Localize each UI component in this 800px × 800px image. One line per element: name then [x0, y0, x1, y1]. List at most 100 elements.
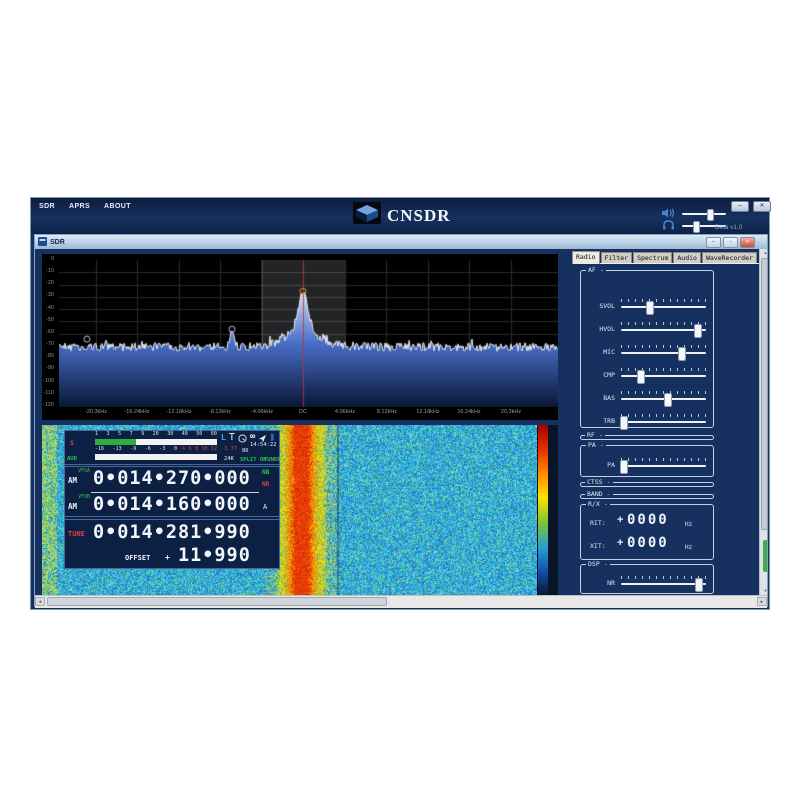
aud-meter-label: AUD [67, 456, 77, 462]
collapse-toggle[interactable]: - [600, 441, 604, 449]
bas-slider-thumb[interactable] [664, 393, 672, 407]
scroll-left-arrow[interactable]: ◄ [35, 597, 45, 606]
flag-t-icon: T [229, 432, 235, 443]
group-dsp: DSP- NR [580, 564, 714, 594]
tab-spectrum[interactable]: Spectrum [633, 252, 672, 263]
rit-row: RIT: + 0000 Hz [581, 511, 713, 533]
menu-aprs[interactable]: APRS [69, 203, 90, 210]
slider-ticks [621, 345, 706, 348]
clock-readout: 14:54:22 [250, 442, 277, 448]
vfoa-frequency[interactable]: 0•014•270•000 [93, 470, 251, 489]
nr-slider[interactable] [621, 583, 706, 585]
slider-label: PA [585, 461, 615, 469]
rit-unit: Hz [685, 521, 692, 528]
menu-sdr[interactable]: SDR [39, 203, 55, 210]
slider-row-pa: PA [581, 454, 713, 474]
collapse-toggle[interactable]: - [607, 490, 611, 498]
slider-row-mic: MIC [581, 341, 713, 361]
sdr-window-title: SDR [50, 239, 65, 246]
slider-row-hvol: HVOL [581, 318, 713, 338]
child-close-button[interactable]: ✕ [740, 237, 755, 248]
rit-sign[interactable]: + [617, 514, 623, 526]
collapse-toggle[interactable]: - [604, 500, 608, 508]
scroll-up-arrow[interactable]: ▲ [760, 249, 767, 257]
group-band-label: BAND- [585, 491, 613, 498]
sdr-content: 0-10 -20-30 -40-50 -60-70 -80-90 -100-11… [35, 249, 767, 595]
vfob-frequency[interactable]: 0•014•160•000 [93, 496, 251, 515]
collapse-toggle[interactable]: - [604, 560, 608, 568]
offset-label: OFFSET [125, 554, 150, 562]
brand-title: CNSDR [387, 206, 451, 226]
vfob-mode: AM [68, 502, 77, 511]
slider-label: TRB [585, 417, 615, 425]
cmp-slider[interactable] [621, 375, 706, 377]
tune-section: TUNE 0•014•281•990 OFFSET + 11•990 [65, 519, 279, 568]
rit-label: RIT: [590, 519, 606, 527]
menu-about[interactable]: ABOUT [104, 203, 131, 210]
tab-waverecorder[interactable]: WaveRecorder [702, 252, 757, 263]
tune-frequency[interactable]: 0•014•281•990 [93, 524, 251, 543]
tab-radio[interactable]: Radio [572, 251, 600, 264]
vertical-scrollbar[interactable]: ▲ ▼ [759, 249, 767, 595]
tab-filter[interactable]: Filter [601, 252, 632, 263]
pa-slider-thumb[interactable] [620, 460, 628, 474]
s-meter-fill [95, 439, 136, 445]
pa-slider[interactable] [621, 465, 706, 467]
brand: CNSDR [353, 202, 451, 229]
child-maximize-button[interactable]: ▫ [723, 237, 738, 248]
scroll-down-arrow[interactable]: ▼ [760, 587, 767, 595]
offset-value[interactable]: 11•990 [178, 547, 251, 566]
slider-label: HVOL [585, 325, 615, 333]
nr-indicator[interactable]: NR [262, 481, 269, 488]
xit-sign[interactable]: + [617, 537, 623, 549]
green-indicator-bar [763, 540, 767, 572]
cmp-slider-thumb[interactable] [637, 370, 645, 384]
slider-label: CMP [585, 371, 615, 379]
xit-value[interactable]: 0000 [627, 536, 669, 550]
scroll-right-arrow[interactable]: ► [757, 597, 767, 606]
flag-l-icon: L [221, 433, 226, 442]
trb-slider[interactable] [621, 421, 706, 423]
speaker-slider[interactable] [682, 213, 726, 215]
trb-slider-thumb[interactable] [620, 416, 628, 430]
nb-indicator[interactable]: NB [262, 469, 269, 476]
horizontal-scrollbar-thumb[interactable] [47, 597, 387, 606]
s-meter-scale: 13 57 920 3040 5060 [95, 432, 217, 437]
slider-ticks [621, 299, 706, 302]
hvol-slider[interactable] [621, 329, 706, 331]
app-window: SDR APRS ABOUT CNSDR ─ ✕ [30, 197, 770, 610]
rit-value[interactable]: 0000 [627, 513, 669, 527]
svol-slider-thumb[interactable] [646, 301, 654, 315]
frequency-panel: S 13 57 920 3040 5060 -16-13 -9-6 -3 [64, 430, 280, 569]
bas-slider[interactable] [621, 398, 706, 400]
group-af: AF- SVOL HVOL MIC CMP [580, 270, 714, 428]
db-readout: 86 [242, 448, 249, 454]
collapse-toggle[interactable]: - [599, 431, 603, 439]
nr-slider-thumb[interactable] [695, 578, 703, 592]
tab-audio[interactable]: Audio [673, 252, 701, 263]
spectrum-canvas[interactable] [59, 260, 558, 407]
minimize-button[interactable]: ─ [731, 201, 749, 212]
slider-ticks [621, 576, 706, 579]
s-meter-bar [95, 439, 217, 445]
horizontal-scrollbar[interactable]: ◄ ► [35, 595, 767, 608]
hvol-slider-thumb[interactable] [694, 324, 702, 338]
collapse-toggle[interactable]: - [607, 478, 611, 486]
mic-slider[interactable] [621, 352, 706, 354]
vfoa-mode: AM [68, 476, 77, 485]
group-rx-label: R/X- [586, 501, 610, 508]
child-minimize-button[interactable]: – [706, 237, 721, 248]
mic-slider-thumb[interactable] [678, 347, 686, 361]
vfo-divider [91, 492, 259, 493]
s-meter-label: S [70, 439, 74, 447]
slider-row-nr: NR [581, 572, 713, 592]
vertical-scrollbar-thumb[interactable] [761, 258, 767, 530]
control-tabs: Radio Filter Spectrum Audio WaveRecorder [572, 251, 760, 264]
close-button[interactable]: ✕ [753, 201, 771, 212]
aud-scale: -16-13 -9-6 -30 [95, 447, 177, 452]
infinity-icon: ∞ [250, 432, 255, 442]
sdr-window-titlebar[interactable]: SDR – ▫ ✕ [35, 235, 767, 249]
headphone-slider-thumb[interactable] [693, 221, 700, 233]
svol-slider[interactable] [621, 306, 706, 308]
collapse-toggle[interactable]: - [600, 266, 604, 274]
